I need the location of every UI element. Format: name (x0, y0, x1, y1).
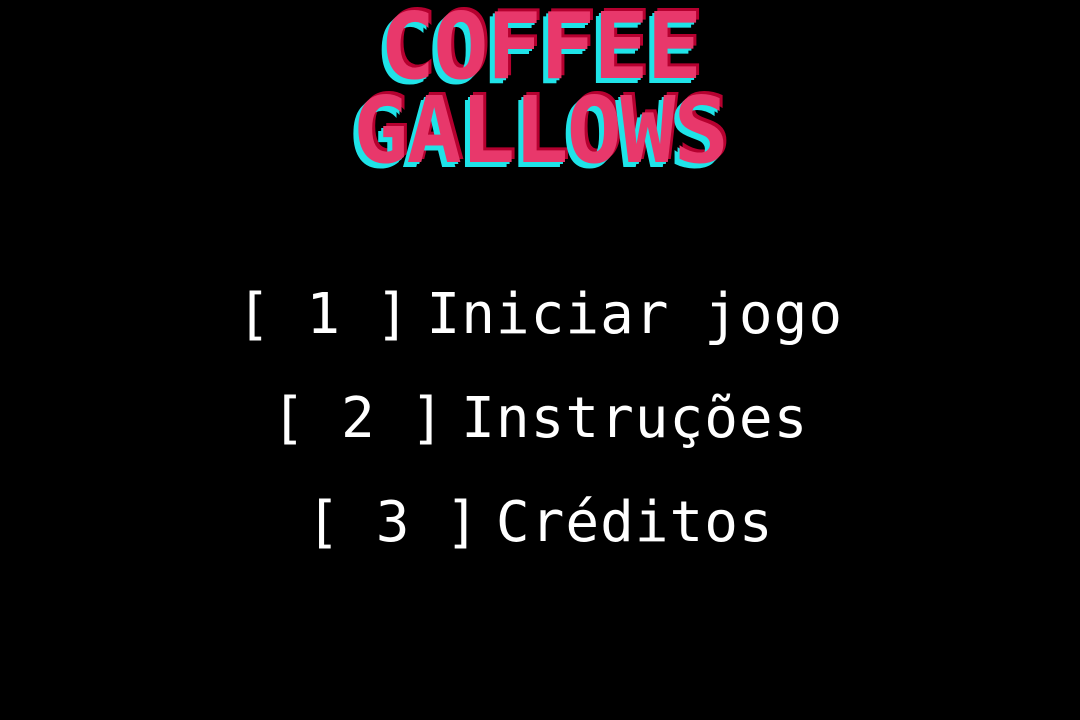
menu-key-2: [ 2 ] (271, 386, 446, 451)
menu-label-instructions: Instruções (461, 386, 809, 451)
menu-item-instructions[interactable]: [ 2 ] Instruções (0, 386, 1080, 452)
logo-line-1: COFFEE (379, 0, 702, 100)
menu-label-start-game: Iniciar jogo (426, 282, 844, 347)
game-logo: COFFEE GALLOWS (0, 0, 1080, 184)
menu-label-credits: Créditos (495, 490, 774, 555)
main-menu: [ 1 ] Iniciar jogo [ 2 ] Instruções [ 3 ] C… (0, 282, 1080, 594)
menu-key-1: [ 1 ] (236, 282, 411, 347)
menu-item-credits[interactable]: [ 3 ] Créditos (0, 490, 1080, 556)
logo-line-2: GALLOWS (353, 77, 729, 184)
menu-item-start-game[interactable]: [ 1 ] Iniciar jogo (0, 282, 1080, 348)
main-menu-screen: COFFEE GALLOWS [ 1 ] Iniciar jogo [ 2 ] In… (0, 0, 1080, 720)
menu-key-3: [ 3 ] (306, 490, 480, 555)
